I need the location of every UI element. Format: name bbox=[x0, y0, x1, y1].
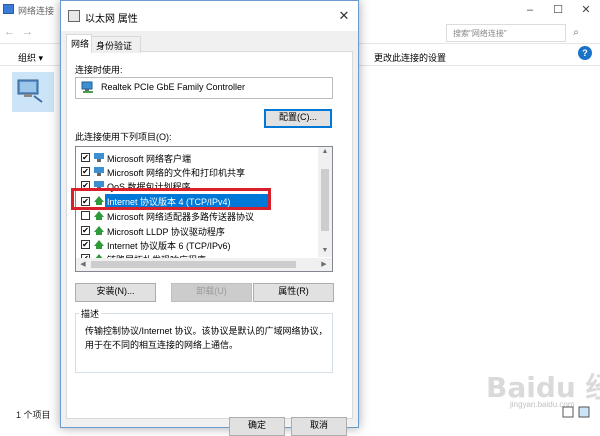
adapter-name: Realtek PCIe GbE Family Controller bbox=[101, 82, 246, 92]
close-icon[interactable]: ✕ bbox=[576, 2, 596, 18]
item-checkbox[interactable]: ✔ bbox=[81, 240, 90, 249]
item-count: 1 个项目 bbox=[16, 410, 51, 420]
connect-using-label: 连接时使用: bbox=[75, 65, 123, 75]
annotation-highlight-box bbox=[71, 188, 271, 210]
back-arrow-icon[interactable]: ← bbox=[4, 26, 15, 38]
background-window-title: 网络连接 bbox=[18, 6, 55, 16]
item-checkbox[interactable]: ✔ bbox=[81, 226, 90, 235]
tab-network[interactable]: 网络 bbox=[66, 34, 92, 52]
list-item[interactable]: Internet 协议版本 6 (TCP/IPv6) bbox=[107, 239, 231, 252]
install-button[interactable]: 安装(N)... bbox=[75, 283, 156, 302]
protocol-icon bbox=[94, 226, 104, 235]
item-checkbox-unchecked[interactable] bbox=[81, 211, 90, 220]
ethernet-adapter-icon bbox=[17, 79, 43, 103]
watermark-url: jingyan.baidu.com bbox=[510, 400, 575, 409]
scroll-down-icon[interactable]: ▼ bbox=[318, 247, 332, 254]
vertical-scroll-thumb[interactable] bbox=[321, 169, 329, 231]
search-input[interactable]: 搜索"网络连接" bbox=[446, 24, 566, 42]
organize-menu[interactable]: 组织 ▾ bbox=[18, 51, 43, 64]
change-settings-link[interactable]: 更改此连接的设置 bbox=[374, 51, 446, 64]
dialog-title: 以太网 属性 bbox=[85, 14, 138, 25]
list-item[interactable]: Microsoft 网络客户端 bbox=[107, 152, 191, 165]
list-item[interactable]: Microsoft 网络的文件和打印机共享 bbox=[107, 166, 245, 179]
maximize-icon[interactable]: ☐ bbox=[548, 2, 568, 18]
dialog-app-icon bbox=[68, 10, 80, 22]
protocol-icon bbox=[94, 240, 104, 249]
tab-authentication[interactable]: 身份验证 bbox=[91, 36, 141, 53]
scroll-right-icon[interactable]: ▶ bbox=[317, 260, 331, 268]
scroll-left-icon[interactable]: ◀ bbox=[76, 260, 90, 268]
dialog-close-icon[interactable]: ✕ bbox=[334, 7, 354, 25]
network-folder-icon bbox=[3, 4, 14, 14]
help-icon[interactable]: ? bbox=[578, 46, 592, 60]
ok-button[interactable]: 确定 bbox=[229, 417, 285, 436]
network-client-icon bbox=[94, 153, 104, 162]
file-share-icon bbox=[94, 167, 104, 176]
item-checkbox[interactable]: ✔ bbox=[81, 167, 90, 176]
ethernet-properties-dialog: 以太网 属性 ✕ 网络 身份验证 连接时使用: Realtek PCIe GbE… bbox=[60, 0, 359, 436]
configure-button[interactable]: 配置(C)... bbox=[264, 109, 332, 128]
cancel-button[interactable]: 取消 bbox=[291, 417, 347, 436]
protocol-icon bbox=[94, 211, 104, 220]
description-text: 传输控制协议/Internet 协议。该协议是默认的广域网络协议，用于在不同的相… bbox=[85, 326, 328, 350]
description-title: 描述 bbox=[79, 307, 102, 320]
scroll-up-icon[interactable]: ▲ bbox=[318, 148, 332, 155]
horizontal-scroll-thumb[interactable] bbox=[91, 261, 296, 268]
items-label: 此连接使用下列项目(O): bbox=[75, 132, 172, 142]
forward-arrow-icon[interactable]: → bbox=[22, 26, 33, 38]
network-adapter-icon bbox=[81, 81, 93, 93]
uninstall-button[interactable]: 卸载(U) bbox=[171, 283, 252, 302]
list-item[interactable]: Microsoft 网络适配器多路传送器协议 bbox=[107, 210, 254, 223]
item-checkbox[interactable]: ✔ bbox=[81, 153, 90, 162]
list-item[interactable]: Microsoft LLDP 协议驱动程序 bbox=[107, 225, 225, 238]
minimize-icon[interactable]: – bbox=[520, 2, 540, 18]
properties-button[interactable]: 属性(R) bbox=[253, 283, 334, 302]
search-icon[interactable]: ⌕ bbox=[568, 24, 584, 42]
